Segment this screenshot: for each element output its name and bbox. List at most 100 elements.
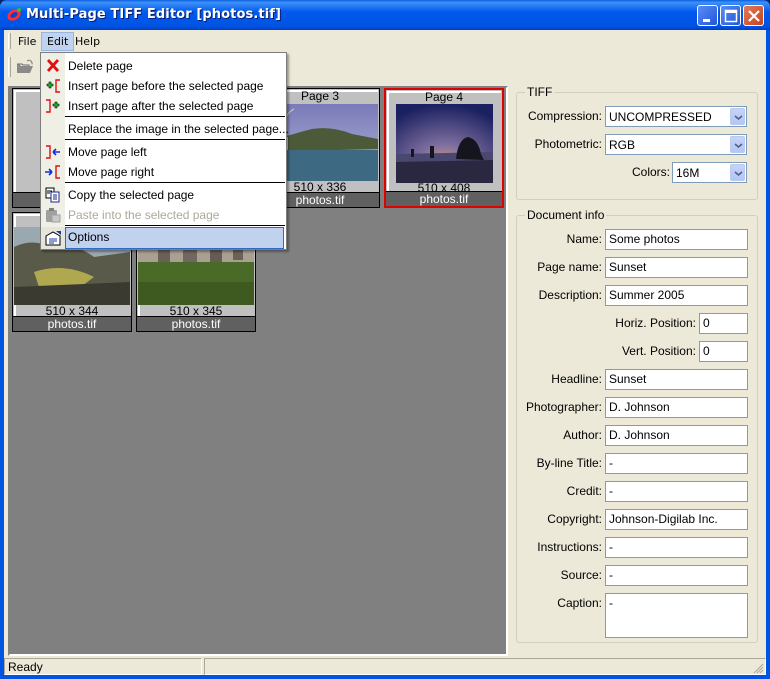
colors-label: Colors:	[631, 165, 670, 179]
move-left-icon	[44, 144, 62, 160]
caption-label: Caption:	[557, 596, 602, 610]
menu-item-move-left[interactable]: Move page left	[41, 142, 286, 162]
byline-title-label: By-line Title:	[536, 456, 602, 470]
page-name-label: Page name:	[537, 260, 602, 274]
instructions-field[interactable]: -	[605, 537, 748, 558]
menu-item-paste-page[interactable]: Paste into the selected page	[41, 205, 286, 225]
name-field[interactable]: Some photos	[605, 229, 748, 250]
credit-label: Credit:	[566, 484, 602, 498]
app-logo-icon	[6, 7, 22, 23]
photographer-label: Photographer:	[525, 400, 602, 414]
folder-open-icon	[17, 59, 33, 73]
menu-separator	[65, 225, 285, 226]
photometric-select[interactable]: RGB	[605, 134, 747, 155]
paste-icon	[44, 207, 62, 223]
menu-separator	[65, 182, 285, 183]
page-image	[396, 104, 493, 183]
copy-icon	[44, 187, 62, 203]
status-bar: Ready	[4, 657, 766, 675]
open-file-button[interactable]	[14, 56, 36, 78]
close-icon	[748, 10, 760, 22]
move-right-icon	[44, 164, 62, 180]
copyright-field[interactable]: Johnson-Digilab Inc.	[605, 509, 748, 530]
menu-separator	[65, 116, 285, 117]
page-file-name: photos.tif	[13, 316, 131, 331]
minimize-button[interactable]	[697, 5, 718, 26]
menu-item-move-right[interactable]: Move page right	[41, 162, 286, 182]
chevron-down-icon[interactable]	[730, 164, 745, 181]
instructions-label: Instructions:	[537, 540, 602, 554]
options-icon	[44, 230, 62, 246]
compression-select[interactable]: UNCOMPRESSED	[605, 106, 747, 127]
description-field[interactable]: Summer 2005	[605, 285, 748, 306]
horiz-position-label: Horiz. Position:	[615, 316, 696, 330]
insert-after-icon	[44, 98, 62, 114]
source-field[interactable]: -	[605, 565, 748, 586]
photometric-label: Photometric:	[534, 137, 602, 151]
maximize-icon	[724, 9, 738, 23]
app-window: Multi-Page TIFF Editor [photos.tif] File…	[0, 0, 770, 679]
resize-grip-icon[interactable]	[752, 662, 764, 674]
toolbar-grip	[8, 57, 11, 77]
insert-before-icon	[44, 78, 62, 94]
title-bar[interactable]: Multi-Page TIFF Editor [photos.tif]	[0, 0, 770, 30]
minimize-icon	[703, 19, 710, 22]
menu-item-label: Move page right	[68, 165, 155, 179]
page-file-name: photos.tif	[137, 316, 255, 331]
author-label: Author:	[563, 428, 602, 442]
menu-file[interactable]: File	[12, 32, 42, 51]
name-label: Name:	[566, 232, 602, 246]
menu-item-delete-page[interactable]: Delete page	[41, 56, 286, 76]
photometric-value: RGB	[609, 138, 636, 152]
colors-select[interactable]: 16M	[672, 162, 747, 183]
menu-item-copy-page[interactable]: Copy the selected page	[41, 185, 286, 205]
chevron-down-icon[interactable]	[730, 108, 745, 125]
menu-item-label: Delete page	[68, 59, 133, 73]
description-label: Description:	[538, 288, 602, 302]
menubar-grip	[8, 33, 11, 49]
vert-position-field[interactable]: 0	[699, 341, 748, 362]
author-field[interactable]: D. Johnson	[605, 425, 748, 446]
menu-item-label: Move page left	[68, 145, 147, 159]
compression-label: Compression:	[527, 109, 602, 123]
copyright-label: Copyright:	[547, 512, 602, 526]
menu-item-replace-image[interactable]: Replace the image in the selected page..…	[41, 119, 289, 139]
document-info-title: Document info	[525, 208, 607, 222]
compression-value: UNCOMPRESSED	[609, 110, 712, 124]
page-file-name: photos.tif	[386, 191, 502, 206]
photographer-field[interactable]: D. Johnson	[605, 397, 748, 418]
status-pane-secondary	[204, 658, 766, 675]
menu-item-label: Paste into the selected page	[68, 208, 220, 222]
delete-x-icon	[44, 58, 62, 74]
window-title: Multi-Page TIFF Editor [photos.tif]	[26, 7, 282, 22]
menu-item-label: Copy the selected page	[68, 188, 195, 202]
close-button[interactable]	[743, 5, 764, 26]
menu-bar: File Edit Help	[4, 30, 766, 52]
tiff-group-title: TIFF	[525, 85, 555, 99]
page-name-field[interactable]: Sunset	[605, 257, 748, 278]
caption-textarea[interactable]: -	[605, 593, 748, 638]
byline-title-field[interactable]: -	[605, 453, 748, 474]
maximize-button[interactable]	[720, 5, 741, 26]
horiz-position-field[interactable]: 0	[699, 313, 748, 334]
menu-item-label: Insert page after the selected page	[68, 99, 254, 113]
headline-label: Headline:	[551, 372, 602, 386]
menu-item-insert-before[interactable]: Insert page before the selected page	[41, 76, 286, 96]
menu-item-label: Insert page before the selected page	[68, 79, 264, 93]
properties-panel: TIFF Compression: UNCOMPRESSED Photometr…	[508, 85, 766, 656]
page-thumbnail-selected[interactable]: Page 4 510 x 408 photos.tif	[384, 88, 504, 208]
headline-field[interactable]: Sunset	[605, 369, 748, 390]
options-icon-box	[41, 227, 65, 249]
edit-menu-dropdown: Delete page Insert page before the selec…	[40, 52, 289, 250]
chevron-down-icon[interactable]	[730, 136, 745, 153]
menu-item-label: Replace the image in the selected page..…	[68, 122, 289, 136]
source-label: Source:	[560, 568, 602, 582]
page-name: Page 4	[424, 90, 464, 104]
colors-value: 16M	[676, 166, 700, 180]
credit-field[interactable]: -	[605, 481, 748, 502]
status-text: Ready	[4, 658, 202, 675]
menu-help[interactable]: Help	[69, 32, 106, 51]
menu-item-options[interactable]: Options	[65, 227, 284, 249]
vert-position-label: Vert. Position:	[621, 344, 696, 358]
menu-item-insert-after[interactable]: Insert page after the selected page	[41, 96, 286, 116]
